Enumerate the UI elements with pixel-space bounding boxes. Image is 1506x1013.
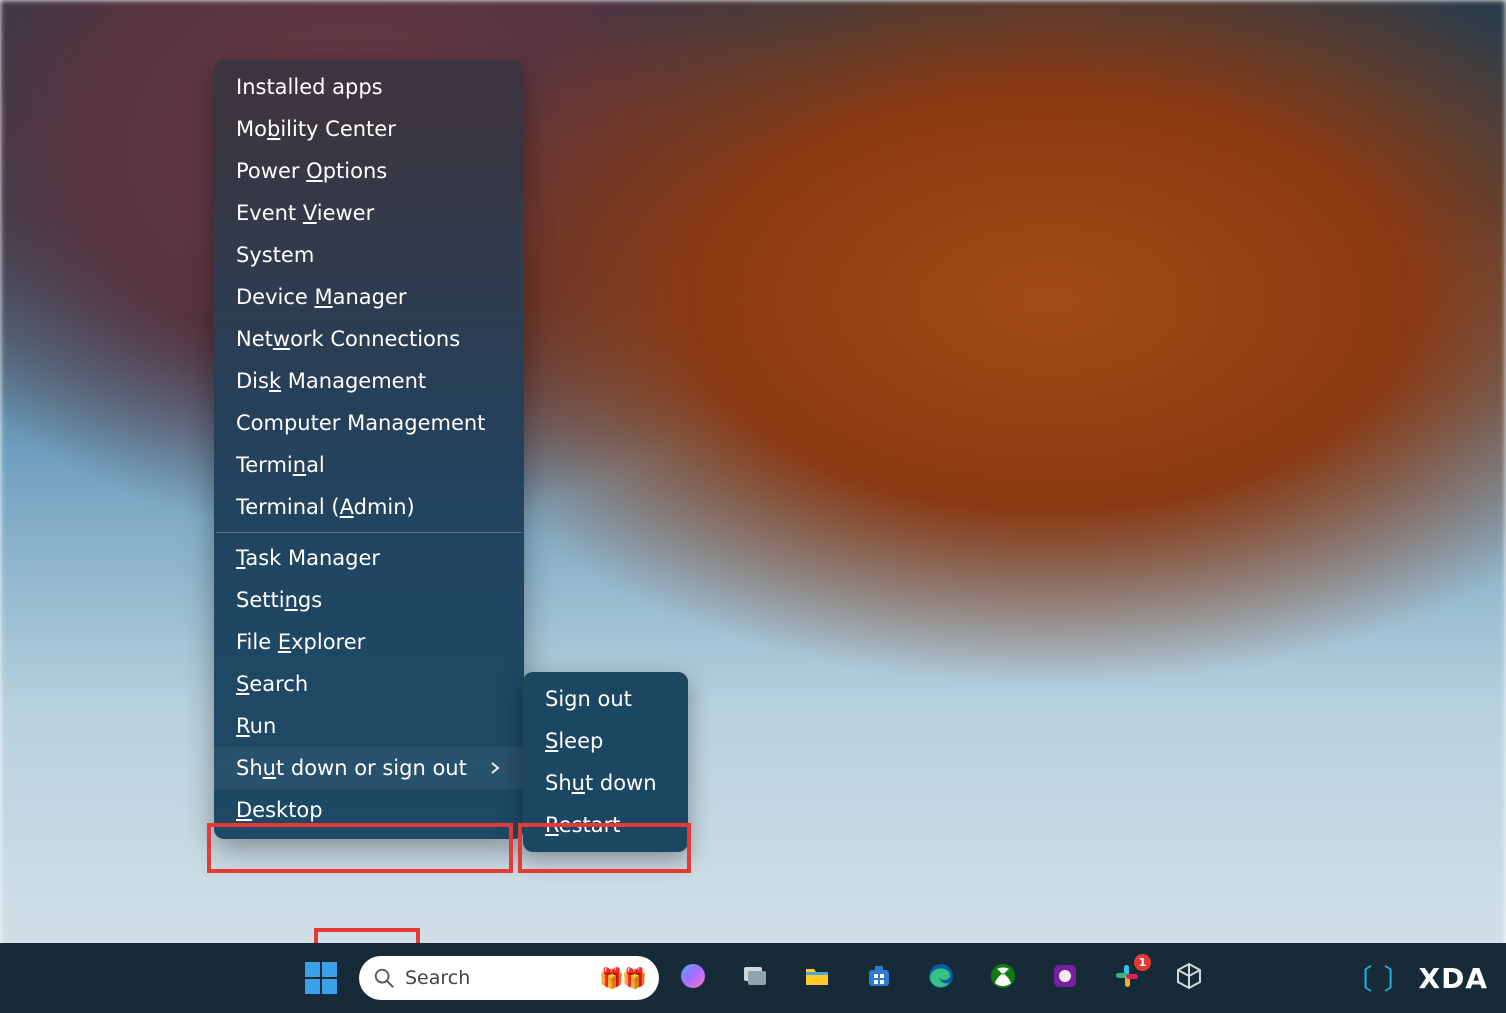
menu-separator bbox=[216, 532, 522, 533]
start-button[interactable] bbox=[297, 954, 345, 1002]
copilot-icon bbox=[678, 961, 708, 995]
winx-item-g1-8[interactable]: Computer Management bbox=[214, 402, 524, 444]
taskbar-tray: 〔 〕 XDA bbox=[1345, 943, 1488, 1013]
taskbar-app-copilot[interactable] bbox=[673, 958, 713, 998]
power-item-1-label: Sleep bbox=[545, 729, 603, 753]
taskbar-app-xbox[interactable] bbox=[983, 958, 1023, 998]
winx-item-g1-5[interactable]: Device Manager bbox=[214, 276, 524, 318]
taskbar-app-slack[interactable]: 1 bbox=[1107, 958, 1147, 998]
winx-item-g2-2[interactable]: File Explorer bbox=[214, 621, 524, 663]
winx-item-g1-10-label: Terminal (Admin) bbox=[236, 495, 415, 519]
winx-item-g1-6[interactable]: Network Connections bbox=[214, 318, 524, 360]
winx-item-g1-0[interactable]: Installed apps bbox=[214, 66, 524, 108]
xda-watermark: 〔 〕 XDA bbox=[1345, 958, 1488, 998]
chevron-right-icon bbox=[488, 761, 502, 775]
power-item-2[interactable]: Shut down bbox=[523, 762, 688, 804]
task-view-icon bbox=[740, 961, 770, 995]
winx-item-g3-0-label: Desktop bbox=[236, 798, 323, 822]
winx-item-g2-4-label: Run bbox=[236, 714, 276, 738]
winx-item-g2-3-label: Search bbox=[236, 672, 308, 696]
taskbar-app-app-purple[interactable] bbox=[1045, 958, 1085, 998]
taskbar-app-task-view[interactable] bbox=[735, 958, 775, 998]
taskbar-app-edge[interactable] bbox=[921, 958, 961, 998]
winx-item-g2-0-label: Task Manager bbox=[236, 546, 380, 570]
notification-badge: 1 bbox=[1134, 954, 1151, 971]
winx-item-g1-2-label: Power Options bbox=[236, 159, 387, 183]
winx-item-g1-10[interactable]: Terminal (Admin) bbox=[214, 486, 524, 528]
microsoft-store-icon bbox=[864, 961, 894, 995]
taskbar-app-virtualbox[interactable] bbox=[1169, 958, 1209, 998]
taskbar-pinned-icons: 1 bbox=[673, 958, 1209, 998]
app-purple-icon bbox=[1050, 961, 1080, 995]
windows-logo-icon bbox=[304, 961, 338, 995]
search-highlight-emoji: 🎁🎁 bbox=[599, 966, 645, 990]
search-placeholder: Search bbox=[405, 967, 589, 989]
taskbar-center: Search 🎁🎁 1 bbox=[297, 954, 1209, 1002]
winx-item-g2-0[interactable]: Task Manager bbox=[214, 537, 524, 579]
winx-item-g2-3[interactable]: Search bbox=[214, 663, 524, 705]
winx-item-g1-9-label: Terminal bbox=[236, 453, 325, 477]
winx-item-g2-2-label: File Explorer bbox=[236, 630, 365, 654]
xda-label: XDA bbox=[1419, 962, 1489, 995]
bracket-icon: 〔 〕 bbox=[1345, 958, 1413, 998]
power-item-1[interactable]: Sleep bbox=[523, 720, 688, 762]
winx-item-g1-9[interactable]: Terminal bbox=[214, 444, 524, 486]
power-item-0-label: Sign out bbox=[545, 687, 632, 711]
winx-item-g2-1[interactable]: Settings bbox=[214, 579, 524, 621]
power-item-2-label: Shut down bbox=[545, 771, 657, 795]
winx-item-g1-4[interactable]: System bbox=[214, 234, 524, 276]
power-item-0[interactable]: Sign out bbox=[523, 678, 688, 720]
winx-item-g1-1-label: Mobility Center bbox=[236, 117, 396, 141]
winx-item-g1-4-label: System bbox=[236, 243, 314, 267]
winx-item-g1-3-label: Event Viewer bbox=[236, 201, 374, 225]
edge-icon bbox=[926, 961, 956, 995]
taskbar-search[interactable]: Search 🎁🎁 bbox=[359, 956, 659, 1000]
winx-item-g1-8-label: Computer Management bbox=[236, 411, 485, 435]
winx-item-g2-4[interactable]: Run bbox=[214, 705, 524, 747]
winx-item-g1-6-label: Network Connections bbox=[236, 327, 460, 351]
winx-item-g2-1-label: Settings bbox=[236, 588, 322, 612]
power-item-3-label: Restart bbox=[545, 813, 621, 837]
winx-item-shutdown-label: Shut down or sign out bbox=[236, 756, 467, 780]
winx-item-g1-7-label: Disk Management bbox=[236, 369, 426, 393]
winx-item-shutdown[interactable]: Shut down or sign out bbox=[214, 747, 524, 789]
winx-item-g3-0[interactable]: Desktop bbox=[214, 789, 524, 831]
xbox-icon bbox=[988, 961, 1018, 995]
taskbar: Search 🎁🎁 1 〔 〕 XDA bbox=[0, 943, 1506, 1013]
virtualbox-icon bbox=[1174, 961, 1204, 995]
winx-item-g1-0-label: Installed apps bbox=[236, 75, 383, 99]
power-submenu: Sign out Sleep Shut down Restart bbox=[523, 672, 688, 852]
winx-item-g1-3[interactable]: Event Viewer bbox=[214, 192, 524, 234]
search-icon bbox=[373, 967, 395, 989]
power-item-3[interactable]: Restart bbox=[523, 804, 688, 846]
winx-item-g1-7[interactable]: Disk Management bbox=[214, 360, 524, 402]
winx-item-g1-5-label: Device Manager bbox=[236, 285, 407, 309]
taskbar-app-file-explorer[interactable] bbox=[797, 958, 837, 998]
file-explorer-icon bbox=[802, 961, 832, 995]
winx-context-menu: Installed apps Mobility Center Power Optio… bbox=[214, 60, 524, 839]
winx-item-g1-1[interactable]: Mobility Center bbox=[214, 108, 524, 150]
winx-item-g1-2[interactable]: Power Options bbox=[214, 150, 524, 192]
taskbar-app-microsoft-store[interactable] bbox=[859, 958, 899, 998]
